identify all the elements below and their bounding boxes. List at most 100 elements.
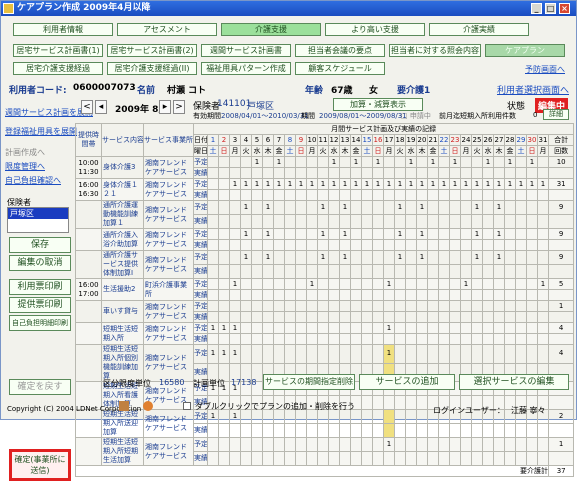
day-cell — [361, 423, 373, 438]
confirm-send-button[interactable]: 確定(事業所に送信) — [9, 449, 71, 481]
ball-icon[interactable] — [143, 401, 153, 411]
table-row[interactable]: 通所介護サービス提供体制加算Ⅰ 湘南フレンドケアサービス 予定 1 1 1 1 1 1 1 1 9 — [75, 250, 575, 279]
prev-month-icon[interactable]: < — [81, 100, 93, 114]
minimize-icon[interactable]: _ — [531, 3, 542, 14]
menu-inquiry[interactable]: 担当者に対する照会内容 — [389, 44, 481, 57]
day-cell — [438, 423, 450, 438]
menu-care-support[interactable]: 介護支援 — [221, 23, 321, 36]
pen-icon[interactable] — [119, 401, 129, 411]
day-cell — [405, 189, 417, 201]
user-select-link[interactable]: 利用者選択画面へ — [497, 83, 569, 96]
day-cell — [251, 200, 263, 215]
day-cell — [295, 200, 307, 215]
add-subtract-button[interactable]: 加算・減算表示 — [333, 98, 423, 111]
close-icon[interactable]: × — [559, 3, 570, 14]
prev-icon[interactable]: ◂ — [95, 100, 107, 114]
expand-equipment-link[interactable]: 登録福祉用具を展開 — [5, 126, 77, 137]
day-cell: 1 — [493, 250, 505, 265]
self-pay-link[interactable]: 自己負担確認へ — [5, 175, 71, 186]
day-cell: 1 — [427, 178, 439, 190]
menu-assessment[interactable]: アセスメント — [117, 23, 217, 36]
next-icon[interactable]: ▸ — [159, 100, 171, 114]
table-row[interactable]: 短期生活短期入所個別機能訓練加算 湘南フレンドケアサービス 予定 1 1 1 1 4 — [75, 344, 575, 382]
prevention-link[interactable]: 予防画面へ — [525, 64, 565, 75]
table-row[interactable]: 10:00 11:30 身体介護3 湘南フレンドケアサービス 予定 1 1 1 1 1 1 1 1 1 1… — [75, 156, 575, 179]
menu-plan-1[interactable]: 居宅サービス計画書(1) — [13, 44, 103, 57]
menu-meeting-points[interactable]: 担当者会議の要点 — [295, 44, 385, 57]
day-cell — [284, 437, 296, 452]
table-row[interactable]: 短期生活短期入所 湘南フレンドケアサービス 予定 1 1 1 1 4 — [75, 322, 575, 345]
day-cell — [306, 333, 318, 345]
menu-careplan[interactable]: ケアプラン — [485, 44, 565, 57]
menu-user-info[interactable]: 利用者情報 — [13, 23, 113, 36]
menu-equipment[interactable]: 福祉用具パターン作成 — [201, 62, 291, 75]
day-cell — [361, 264, 373, 279]
maximize-icon[interactable]: □ — [545, 3, 556, 14]
table-row[interactable]: 通所介護入浴介助加算 湘南フレンドケアサービス 予定 1 1 1 1 1 1 1 1 9 — [75, 228, 575, 251]
plan-create-link[interactable]: 計画作成へ — [5, 147, 71, 158]
table-row[interactable]: 車いす貸与 湘南フレンドケアサービス 予定 1 — [75, 300, 575, 323]
day-cell — [284, 322, 296, 334]
day-cell — [229, 451, 241, 466]
plan-units-value: 17138 — [231, 378, 257, 387]
day-cell — [372, 344, 384, 364]
day-cell — [262, 437, 274, 452]
day-cell: 1 — [383, 278, 395, 290]
print-provision-button[interactable]: 提供票印刷 — [9, 297, 71, 313]
day-cell: 1 — [493, 228, 505, 240]
day-header: 10 — [306, 134, 318, 146]
insurer-item[interactable]: 戸塚区 — [8, 208, 68, 219]
expand-weekly-link[interactable]: 週間サービス計画を展開 — [5, 107, 93, 118]
period2-value: 2009/08/01〜2009/08/31 — [319, 112, 407, 120]
menu-plan-2[interactable]: 居宅サービス計画書(2) — [107, 44, 197, 57]
insurer-list[interactable]: 戸塚区 — [7, 207, 69, 233]
day-cell — [306, 214, 318, 229]
day-cell — [482, 300, 494, 312]
bottom-bar: 区分限度単位 16580 計画単位 17138 サービスの期間指定削除 サービス… — [75, 374, 573, 390]
day-cell: 1 — [526, 156, 538, 168]
unconfirm-button[interactable]: 確定を戻す — [9, 379, 71, 395]
day-cell — [284, 214, 296, 229]
next-month-icon[interactable]: > — [173, 100, 185, 114]
menu-care-results[interactable]: 介護実績 — [429, 23, 529, 36]
menu-weekly-plan[interactable]: 週間サービス計画書 — [201, 44, 291, 57]
edit-service-button[interactable]: 選択サービスの編集 — [459, 374, 569, 390]
save-button[interactable]: 保存 — [9, 237, 71, 253]
day-cell — [361, 289, 373, 301]
day-cell — [339, 189, 351, 201]
print-self-pay-button[interactable]: 自己負担明細印刷 — [9, 315, 71, 331]
day-cell — [537, 311, 549, 323]
day-cell — [317, 311, 329, 323]
limit-management-link[interactable]: 限度管理へ — [5, 161, 71, 172]
detail-button[interactable]: 詳細 — [543, 109, 569, 120]
day-cell — [262, 344, 274, 364]
table-row[interactable]: 16:00 17:00 生活援助2 町浜介護事業所 予定 1 1 1 1 1 5 — [75, 278, 575, 301]
footer-total-label: 要介護計 — [75, 465, 549, 477]
day-cell — [416, 189, 428, 201]
table-row[interactable]: 16:00 16:30 身体介護１２１ 湘南フレンドケアサービス 予定 1 1 1 1 1 1 1 1… — [75, 178, 575, 201]
day-cell: 1 — [317, 200, 329, 215]
day-cell — [273, 214, 285, 229]
day-cell — [350, 322, 362, 334]
menu-progress-2[interactable]: 居宅介護支援経過(II) — [107, 62, 197, 75]
delete-period-button[interactable]: サービスの期間指定削除 — [263, 374, 355, 390]
dblclick-checkbox[interactable] — [183, 402, 191, 410]
table-row[interactable]: 通所介護運動機能訓練加算１ 湘南フレンドケアサービス 予定 1 1 1 1 1 1 1 1 9 — [75, 200, 575, 229]
day-cell — [438, 311, 450, 323]
day-cell — [526, 322, 538, 334]
applying-checkbox[interactable]: □ 申請中 — [401, 111, 431, 121]
row-time — [75, 322, 102, 345]
day-cell — [273, 437, 285, 452]
menu-progress[interactable]: 居宅介護支援経過 — [13, 62, 103, 75]
day-cell — [383, 228, 395, 240]
day-cell — [471, 278, 483, 290]
menu-schedule[interactable]: 顧客スケジュール — [295, 62, 385, 75]
print-usage-button[interactable]: 利用票印刷 — [9, 279, 71, 295]
table-row[interactable]: 短期生活短期入所短期生活加算 湘南フレンドケアサービス 予定 1 1 — [75, 437, 575, 466]
menu-higher-support[interactable]: より高い支援 — [325, 23, 425, 36]
day-cell — [515, 156, 527, 168]
day-cell — [537, 423, 549, 438]
cancel-edit-button[interactable]: 編集の取消 — [9, 255, 71, 271]
add-service-button[interactable]: サービスの追加 — [359, 374, 455, 390]
day-cell — [394, 214, 406, 229]
